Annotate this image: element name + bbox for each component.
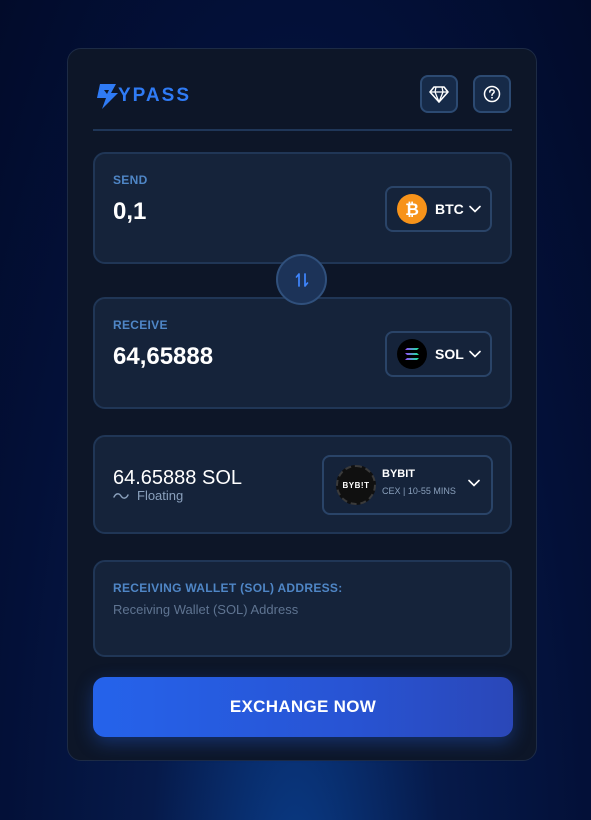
premium-button[interactable]	[420, 75, 458, 113]
rate-type-label: Floating	[137, 488, 184, 503]
swap-button[interactable]	[276, 254, 327, 305]
chevron-down-icon	[468, 350, 481, 358]
send-amount-input[interactable]: 0,1	[113, 198, 146, 226]
send-coin-selector[interactable]: ₿ BTC	[385, 186, 492, 232]
swap-arrows-icon	[295, 272, 308, 287]
receive-label: RECEIVE	[113, 318, 168, 332]
chevron-down-icon	[468, 479, 480, 487]
wallet-panel: RECEIVING WALLET (SOL) ADDRESS:	[93, 560, 512, 657]
wallet-label: RECEIVING WALLET (SOL) ADDRESS:	[113, 581, 343, 595]
exchange-name: BYBIT	[382, 468, 415, 480]
receive-coin-name: SOL	[435, 346, 464, 362]
rate-panel: 64.65888 SOL Floating BYB!T BYBIT CEX | …	[93, 435, 512, 534]
receive-amount: 64,65888	[113, 343, 214, 370]
help-circle-icon	[483, 85, 501, 103]
svg-text:₿: ₿	[405, 200, 419, 220]
wallet-address-input[interactable]	[113, 602, 493, 617]
brand-logo[interactable]: YPASS	[94, 81, 191, 111]
rate-value: 64.65888 SOL	[113, 467, 242, 489]
receive-coin-selector[interactable]: SOL	[385, 331, 492, 377]
exchange-selector[interactable]: BYB!T BYBIT CEX | 10-55 MINS	[322, 455, 493, 515]
bitcoin-icon: ₿	[397, 194, 427, 224]
send-panel: SEND 0,1 ₿ BTC	[93, 152, 512, 264]
bybit-logo: BYB!T	[336, 465, 376, 505]
receive-panel: RECEIVE 64,65888 SOL	[93, 297, 512, 409]
rate-type: Floating	[113, 488, 183, 503]
send-coin-name: BTC	[435, 201, 464, 217]
header-divider	[93, 129, 512, 131]
exchange-now-button[interactable]: EXCHANGE NOW	[93, 677, 513, 737]
exchange-card: YPASS SEND 0,1 ₿ BTC RECEIVE 64,65888 SO…	[67, 48, 537, 761]
send-label: SEND	[113, 173, 148, 187]
diamond-icon	[429, 86, 449, 103]
solana-icon	[397, 339, 427, 369]
bolt-b-logo-icon	[97, 84, 118, 109]
tilde-wave-icon	[113, 492, 129, 499]
exchange-details: CEX | 10-55 MINS	[382, 486, 456, 496]
brand-name: YPASS	[118, 85, 192, 106]
help-button[interactable]	[473, 75, 511, 113]
chevron-down-icon	[468, 205, 481, 213]
